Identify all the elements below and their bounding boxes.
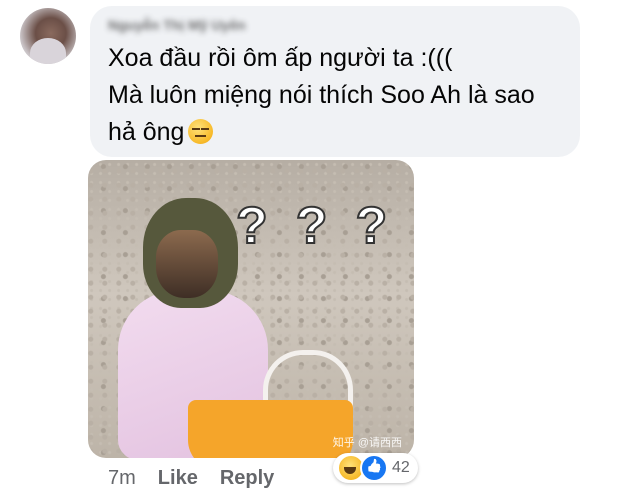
image-watermark: 知乎 @请西西	[332, 437, 402, 449]
dog-face	[156, 230, 218, 298]
comment-line: Mà luôn miệng nói thích Soo Ah là sao	[108, 81, 535, 109]
expressionless-face-icon	[188, 119, 214, 144]
comment-bubble: Nguyễn Thị Mỹ Uyên Xoa đầu rồi ôm ấp ngư…	[90, 6, 580, 157]
reaction-count: 42	[392, 459, 410, 476]
timestamp[interactable]: 7m	[108, 467, 136, 490]
comment-line: hả ông	[108, 118, 185, 146]
basket	[188, 400, 353, 458]
question-mark: ?	[295, 196, 329, 256]
question-mark: ?	[235, 196, 269, 256]
like-icon	[360, 454, 388, 482]
attached-image[interactable]: ? ? ? 知乎 @请西西	[88, 160, 414, 458]
question-marks: ? ? ?	[235, 196, 389, 256]
question-mark: ?	[355, 196, 389, 256]
reactions-summary[interactable]: 42	[333, 453, 418, 483]
comment-actions: 7m Like Reply	[108, 464, 274, 492]
author-name[interactable]: Nguyễn Thị Mỹ Uyên	[108, 14, 562, 36]
like-button[interactable]: Like	[158, 467, 198, 490]
avatar[interactable]	[20, 8, 76, 64]
comment-text: Xoa đầu rồi ôm ấp người ta :((( Mà luôn …	[108, 40, 562, 151]
reply-button[interactable]: Reply	[220, 467, 274, 490]
comment-line: Xoa đầu rồi ôm ấp người ta :(((	[108, 44, 453, 72]
